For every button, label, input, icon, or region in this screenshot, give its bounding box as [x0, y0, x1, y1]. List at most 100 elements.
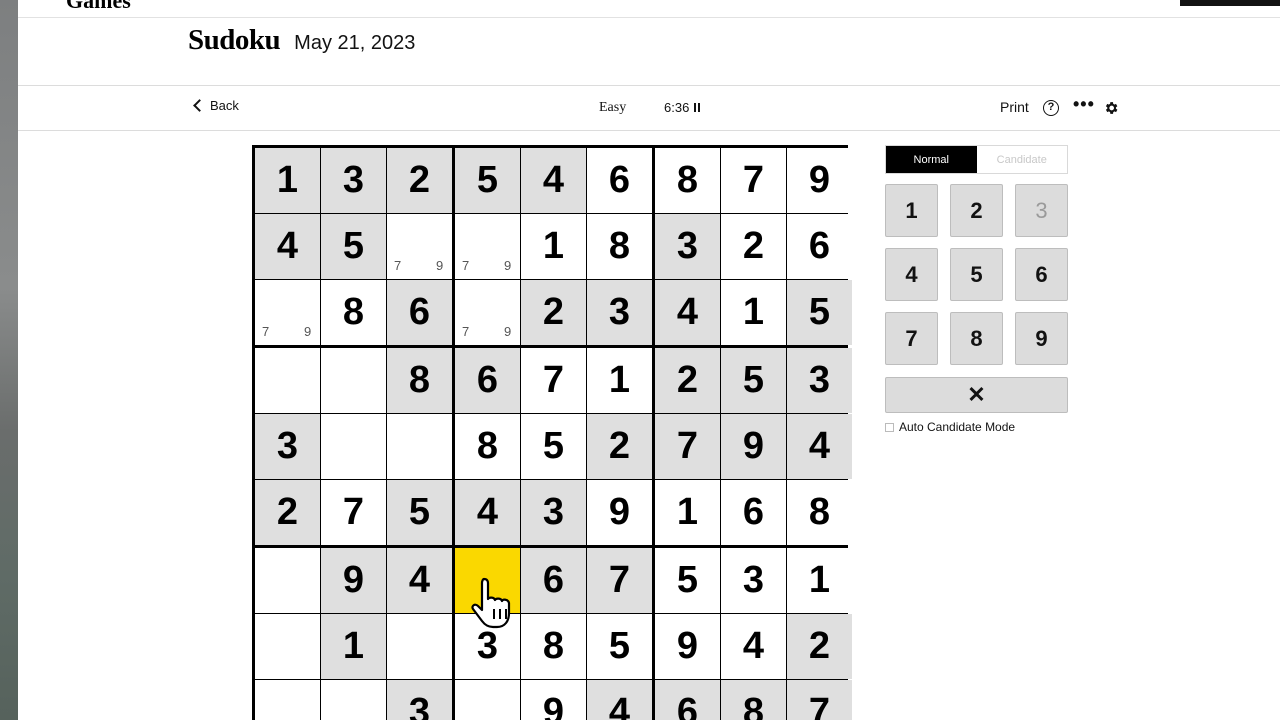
sudoku-cell[interactable]: 2: [587, 414, 652, 479]
sudoku-cell[interactable]: 6: [587, 148, 652, 213]
sudoku-cell[interactable]: 79: [387, 214, 452, 279]
keypad-key-7[interactable]: 7: [885, 312, 938, 365]
keypad-key-6[interactable]: 6: [1015, 248, 1068, 301]
sudoku-cell[interactable]: 9: [721, 414, 786, 479]
sudoku-cell[interactable]: 3: [321, 148, 386, 213]
sudoku-cell[interactable]: 3: [455, 614, 520, 679]
keypad-key-3[interactable]: 3: [1015, 184, 1068, 237]
sudoku-cell[interactable]: 2: [255, 480, 320, 545]
sudoku-cell[interactable]: 5: [455, 148, 520, 213]
sudoku-cell[interactable]: 5: [387, 480, 452, 545]
sudoku-cell[interactable]: [255, 614, 320, 679]
mode-candidate-button[interactable]: Candidate: [976, 146, 1067, 173]
sudoku-cell[interactable]: 9: [321, 548, 386, 613]
sudoku-cell[interactable]: [455, 680, 520, 720]
sudoku-cell[interactable]: 8: [521, 614, 586, 679]
sudoku-cell[interactable]: [321, 414, 386, 479]
pause-icon[interactable]: [694, 103, 701, 112]
sudoku-cell[interactable]: 2: [521, 280, 586, 345]
sudoku-cell[interactable]: 5: [655, 548, 720, 613]
sudoku-cell[interactable]: 1: [721, 280, 786, 345]
sudoku-cell[interactable]: 6: [721, 480, 786, 545]
sudoku-cell[interactable]: 79: [455, 280, 520, 345]
sudoku-cell[interactable]: 9: [787, 148, 852, 213]
sudoku-cell[interactable]: 3: [655, 214, 720, 279]
sudoku-cell[interactable]: 1: [255, 148, 320, 213]
sudoku-cell[interactable]: [255, 680, 320, 720]
sudoku-cell[interactable]: 5: [721, 348, 786, 413]
sudoku-cell[interactable]: [321, 680, 386, 720]
sudoku-cell[interactable]: 5: [521, 414, 586, 479]
sudoku-cell[interactable]: [387, 414, 452, 479]
sudoku-cell[interactable]: 8: [587, 214, 652, 279]
sudoku-cell[interactable]: 1: [655, 480, 720, 545]
sudoku-cell[interactable]: 9: [655, 614, 720, 679]
sudoku-cell[interactable]: [255, 548, 320, 613]
keypad-key-2[interactable]: 2: [950, 184, 1003, 237]
sudoku-cell[interactable]: 6: [521, 548, 586, 613]
sudoku-cell[interactable]: [255, 348, 320, 413]
sudoku-cell[interactable]: 4: [521, 148, 586, 213]
sudoku-cell[interactable]: 4: [721, 614, 786, 679]
print-button[interactable]: Print: [1000, 99, 1029, 115]
auto-candidate-checkbox[interactable]: [885, 422, 894, 432]
sudoku-cell[interactable]: 8: [655, 148, 720, 213]
sudoku-cell[interactable]: 4: [387, 548, 452, 613]
account-button[interactable]: [1180, 0, 1280, 6]
sudoku-cell[interactable]: 2: [387, 148, 452, 213]
sudoku-cell[interactable]: 2: [721, 214, 786, 279]
sudoku-cell[interactable]: 5: [321, 214, 386, 279]
sudoku-cell[interactable]: 7: [587, 548, 652, 613]
sudoku-cell[interactable]: 4: [455, 480, 520, 545]
sudoku-cell[interactable]: 8: [321, 280, 386, 345]
sudoku-cell[interactable]: 7: [321, 480, 386, 545]
sudoku-cell[interactable]: 8: [387, 348, 452, 413]
sudoku-cell[interactable]: 1: [321, 614, 386, 679]
games-logo[interactable]: Games: [66, 0, 131, 14]
sudoku-cell[interactable]: 4: [587, 680, 652, 720]
mode-normal-button[interactable]: Normal: [886, 146, 977, 173]
keypad-key-5[interactable]: 5: [950, 248, 1003, 301]
keypad-key-1[interactable]: 1: [885, 184, 938, 237]
sudoku-cell[interactable]: 9: [587, 480, 652, 545]
more-dots-icon[interactable]: •••: [1073, 94, 1095, 115]
back-button[interactable]: Back: [193, 98, 239, 113]
sudoku-cell[interactable]: 7: [655, 414, 720, 479]
erase-button[interactable]: ✕: [885, 377, 1068, 413]
gear-icon[interactable]: [1103, 100, 1119, 121]
sudoku-cell[interactable]: 7: [787, 680, 852, 720]
help-circle-icon[interactable]: ?: [1043, 100, 1059, 116]
sudoku-cell[interactable]: 3: [587, 280, 652, 345]
sudoku-cell[interactable]: 2: [787, 614, 852, 679]
sudoku-cell[interactable]: 1: [787, 548, 852, 613]
sudoku-cell[interactable]: 6: [387, 280, 452, 345]
sudoku-cell[interactable]: 6: [655, 680, 720, 720]
sudoku-cell[interactable]: 8: [787, 480, 852, 545]
sudoku-cell[interactable]: 3: [255, 414, 320, 479]
keypad-key-8[interactable]: 8: [950, 312, 1003, 365]
sudoku-cell[interactable]: 79: [255, 280, 320, 345]
sudoku-cell[interactable]: 7: [721, 148, 786, 213]
sudoku-cell[interactable]: 1: [587, 348, 652, 413]
sudoku-cell[interactable]: 6: [455, 348, 520, 413]
sudoku-cell[interactable]: 3: [721, 548, 786, 613]
sudoku-cell[interactable]: 3: [387, 680, 452, 720]
sudoku-cell[interactable]: 4: [255, 214, 320, 279]
sudoku-cell-selected[interactable]: [455, 548, 520, 613]
sudoku-cell[interactable]: 8: [455, 414, 520, 479]
keypad-key-9[interactable]: 9: [1015, 312, 1068, 365]
sudoku-cell[interactable]: 6: [787, 214, 852, 279]
sudoku-cell[interactable]: 4: [787, 414, 852, 479]
sudoku-cell[interactable]: [321, 348, 386, 413]
sudoku-cell[interactable]: 79: [455, 214, 520, 279]
keypad-key-4[interactable]: 4: [885, 248, 938, 301]
sudoku-cell[interactable]: 5: [587, 614, 652, 679]
sudoku-cell[interactable]: 4: [655, 280, 720, 345]
sudoku-cell[interactable]: 8: [721, 680, 786, 720]
sudoku-cell[interactable]: 2: [655, 348, 720, 413]
sudoku-cell[interactable]: 5: [787, 280, 852, 345]
sudoku-cell[interactable]: [387, 614, 452, 679]
sudoku-cell[interactable]: 7: [521, 348, 586, 413]
sudoku-cell[interactable]: 1: [521, 214, 586, 279]
sudoku-cell[interactable]: 9: [521, 680, 586, 720]
